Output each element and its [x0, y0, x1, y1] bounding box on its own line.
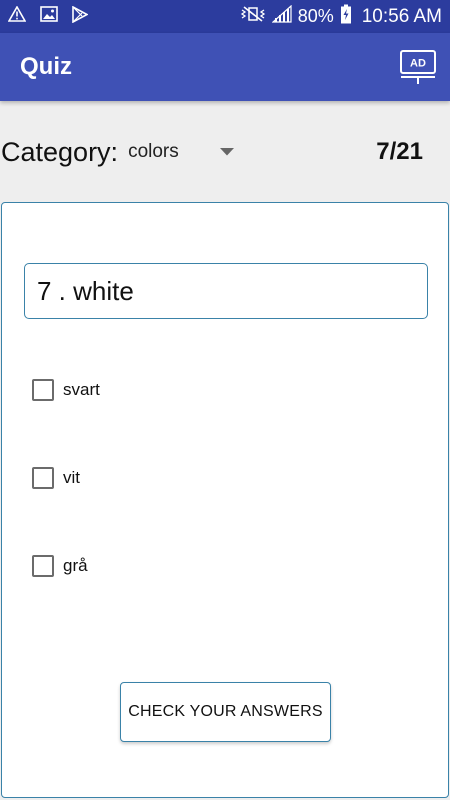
option-checkbox[interactable]	[32, 467, 54, 489]
ad-button[interactable]: AD	[398, 47, 438, 87]
option-item[interactable]: svart	[32, 375, 100, 405]
vibrate-mute-icon	[240, 5, 266, 28]
option-checkbox[interactable]	[32, 555, 54, 577]
dropdown-arrow-icon	[220, 143, 235, 161]
battery-percent: 80%	[297, 6, 334, 26]
status-notification-icons	[0, 0, 89, 33]
status-time: 10:56 AM	[361, 5, 442, 27]
app-title: Quiz	[20, 53, 72, 80]
option-checkbox[interactable]	[32, 379, 54, 401]
ad-label: AD	[410, 58, 426, 70]
signal-icon	[271, 4, 292, 28]
status-system-icons: 80% 10:56 AM	[240, 0, 450, 33]
play-store-icon	[72, 5, 89, 28]
image-icon	[40, 6, 58, 27]
option-label: svart	[63, 380, 100, 399]
battery-charging-icon	[340, 4, 352, 29]
category-label: Category:	[1, 136, 119, 167]
check-answers-button[interactable]: CHECK YOUR ANSWERS	[120, 682, 331, 742]
app-bar: Quiz AD	[0, 33, 450, 101]
question-box: 7 . white	[24, 263, 428, 319]
question-counter: 7/21	[376, 138, 423, 165]
warning-icon	[7, 5, 27, 27]
quiz-card: 7 . white svart vit grå CHECK YOUR ANSWE…	[1, 202, 449, 798]
category-row: Category: colors 7/21	[0, 120, 450, 184]
option-label: grå	[63, 556, 88, 575]
option-label: vit	[63, 468, 80, 487]
category-dropdown[interactable]: colors	[128, 132, 238, 172]
option-item[interactable]: grå	[32, 551, 88, 581]
question-text: 7 . white	[37, 275, 134, 306]
status-bar: 80% 10:56 AM	[0, 0, 450, 33]
ad-billboard-icon: AD	[400, 50, 436, 84]
category-selected-value: colors	[128, 141, 179, 162]
option-item[interactable]: vit	[32, 463, 80, 493]
